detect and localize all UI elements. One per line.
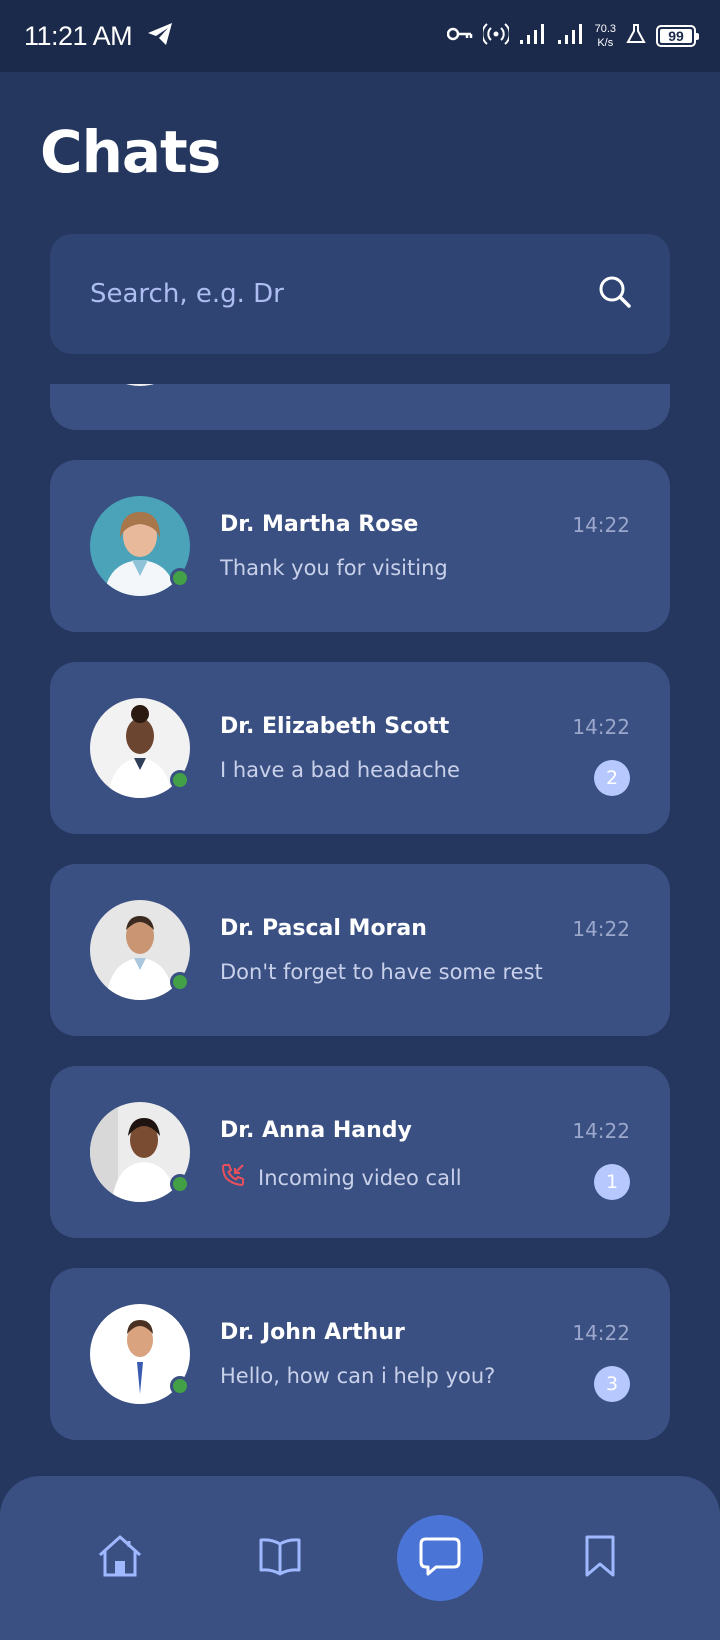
battery-level: 99 (668, 28, 684, 44)
chat-message: Thank you for visiting (220, 556, 448, 580)
nav-home[interactable] (77, 1515, 163, 1601)
nav-bookmark[interactable] (557, 1515, 643, 1601)
unread-badge: 1 (594, 1164, 630, 1200)
signal-icon-2 (557, 23, 585, 49)
chat-name: Dr. John Arthur (220, 1320, 405, 1345)
chat-card[interactable]: Dr. Martha Rose Thank you for visiting 1… (50, 460, 670, 632)
network-speed: 70.3 K/s (595, 22, 616, 50)
chat-card-partial[interactable] (50, 384, 670, 430)
signal-icon (519, 23, 547, 49)
chat-card[interactable]: Dr. John Arthur Hello, how can i help yo… (50, 1268, 670, 1440)
search-icon[interactable] (598, 275, 632, 313)
home-icon (96, 1533, 144, 1583)
chat-time: 14:22 (572, 1119, 630, 1143)
telegram-icon (146, 21, 174, 51)
status-bar: 11:21 AM 70.3 K/s 99 (0, 0, 720, 72)
chat-message: Incoming video call (220, 1162, 462, 1193)
status-time: 11:21 AM (24, 20, 133, 51)
chat-list[interactable]: Dr. Martha Rose Thank you for visiting 1… (50, 384, 670, 1460)
chat-name: Dr. Elizabeth Scott (220, 714, 450, 739)
chat-time: 14:22 (572, 715, 630, 739)
chat-card[interactable]: Dr. Pascal Moran Don't forget to have so… (50, 864, 670, 1036)
chat-time: 14:22 (572, 513, 630, 537)
book-icon (258, 1536, 302, 1580)
chat-time: 14:22 (572, 917, 630, 941)
online-indicator (170, 568, 190, 588)
chat-icon (418, 1535, 462, 1581)
vpn-key-icon (446, 26, 473, 46)
chat-message-text: Incoming video call (258, 1165, 462, 1190)
page-title: Chats (40, 118, 221, 186)
chat-card[interactable]: Dr. Elizabeth Scott I have a bad headach… (50, 662, 670, 834)
hotspot-icon (480, 22, 511, 50)
avatar (90, 384, 190, 386)
chat-message: Don't forget to have some rest (220, 960, 543, 984)
missed-call-icon (220, 1162, 246, 1193)
online-indicator (170, 1174, 190, 1194)
search-input[interactable] (90, 279, 570, 309)
chat-message-text: I have a bad headache (220, 758, 460, 782)
online-indicator (170, 1376, 190, 1396)
nav-book[interactable] (237, 1515, 323, 1601)
chat-message: I have a bad headache (220, 758, 460, 782)
search-bar[interactable] (50, 234, 670, 354)
nav-chat[interactable] (397, 1515, 483, 1601)
chat-card[interactable]: Dr. Anna Handy Incoming video call 14:22… (50, 1066, 670, 1238)
flask-icon (626, 23, 646, 49)
chat-name: Dr. Martha Rose (220, 512, 419, 537)
unread-badge: 2 (594, 760, 630, 796)
chat-message-text: Thank you for visiting (220, 556, 448, 580)
bookmark-icon (583, 1534, 617, 1582)
chat-name: Dr. Anna Handy (220, 1118, 412, 1143)
online-indicator (170, 770, 190, 790)
online-indicator (170, 972, 190, 992)
bottom-nav (0, 1476, 720, 1640)
unread-badge: 3 (594, 1366, 630, 1402)
chat-time: 14:22 (572, 1321, 630, 1345)
chat-message-text: Hello, how can i help you? (220, 1364, 496, 1388)
chat-message: Hello, how can i help you? (220, 1364, 495, 1388)
speed-value: 70.3 (594, 23, 616, 35)
chat-message-text: Don't forget to have some rest (220, 960, 543, 984)
chat-name: Dr. Pascal Moran (220, 916, 427, 941)
battery-icon: 99 (656, 25, 699, 47)
speed-unit: K/s (597, 37, 614, 49)
